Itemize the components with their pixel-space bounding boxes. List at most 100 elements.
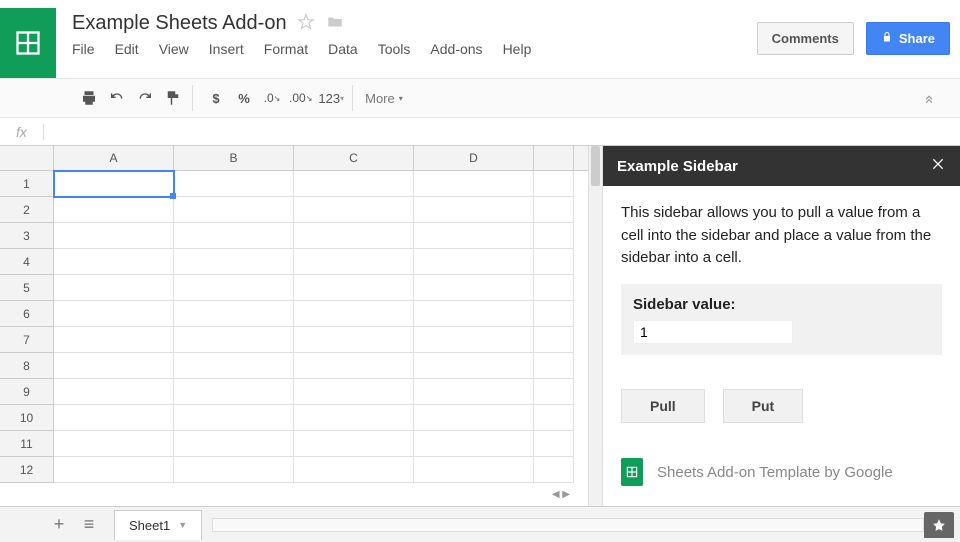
col-header[interactable]: A	[54, 146, 174, 170]
cell[interactable]	[294, 327, 414, 353]
redo-icon[interactable]	[134, 87, 156, 109]
cell[interactable]	[54, 353, 174, 379]
cell[interactable]	[534, 197, 574, 223]
cell[interactable]	[534, 379, 574, 405]
menu-edit[interactable]: Edit	[115, 41, 139, 57]
menu-tools[interactable]: Tools	[378, 41, 411, 57]
row-header[interactable]: 5	[0, 275, 54, 301]
cell[interactable]	[294, 275, 414, 301]
cell[interactable]	[534, 223, 574, 249]
cell[interactable]	[534, 405, 574, 431]
hscroll-nav[interactable]: ◀ ▶	[552, 489, 570, 504]
cell[interactable]	[174, 197, 294, 223]
sheet-tab[interactable]: Sheet1 ▼	[114, 510, 202, 540]
cell[interactable]	[414, 249, 534, 275]
star-icon[interactable]	[297, 13, 315, 34]
put-button[interactable]: Put	[723, 389, 804, 423]
col-header[interactable]: D	[414, 146, 534, 170]
menu-insert[interactable]: Insert	[209, 41, 244, 57]
cell[interactable]	[534, 301, 574, 327]
cell[interactable]	[54, 223, 174, 249]
cell[interactable]	[534, 327, 574, 353]
sidebar-value-input[interactable]	[633, 320, 793, 344]
col-header[interactable]	[534, 146, 574, 170]
spreadsheet-grid[interactable]: A B C D 123456789101112 ◀ ▶	[0, 146, 588, 506]
cell[interactable]	[54, 275, 174, 301]
cell[interactable]	[294, 379, 414, 405]
cell[interactable]	[414, 431, 534, 457]
print-icon[interactable]	[78, 87, 100, 109]
cell[interactable]	[54, 171, 174, 197]
cell[interactable]	[414, 171, 534, 197]
cell[interactable]	[54, 457, 174, 483]
col-header[interactable]: B	[174, 146, 294, 170]
formula-input[interactable]	[44, 118, 960, 145]
cell[interactable]	[174, 327, 294, 353]
cell[interactable]	[294, 197, 414, 223]
add-sheet-icon[interactable]: +	[44, 510, 74, 540]
row-header[interactable]: 3	[0, 223, 54, 249]
cell[interactable]	[294, 301, 414, 327]
paint-format-icon[interactable]	[162, 87, 184, 109]
row-header[interactable]: 2	[0, 197, 54, 223]
cell[interactable]	[414, 405, 534, 431]
cell[interactable]	[294, 223, 414, 249]
row-header[interactable]: 1	[0, 171, 54, 197]
number-format-button[interactable]: 123 ▾	[318, 87, 344, 109]
cell[interactable]	[534, 353, 574, 379]
cell[interactable]	[54, 249, 174, 275]
cell[interactable]	[534, 275, 574, 301]
cell[interactable]	[414, 197, 534, 223]
cell[interactable]	[174, 171, 294, 197]
explore-button[interactable]	[924, 512, 954, 538]
cell[interactable]	[534, 171, 574, 197]
menu-addons[interactable]: Add-ons	[430, 41, 482, 57]
cell[interactable]	[54, 197, 174, 223]
cell[interactable]	[294, 249, 414, 275]
cell[interactable]	[174, 379, 294, 405]
vertical-scrollbar[interactable]	[588, 146, 602, 506]
row-header[interactable]: 11	[0, 431, 54, 457]
currency-button[interactable]: $	[205, 87, 227, 109]
close-icon[interactable]	[930, 156, 946, 176]
cell[interactable]	[534, 457, 574, 483]
row-header[interactable]: 7	[0, 327, 54, 353]
cells[interactable]	[54, 171, 574, 483]
row-header[interactable]: 12	[0, 457, 54, 483]
row-header[interactable]: 10	[0, 405, 54, 431]
row-header[interactable]: 9	[0, 379, 54, 405]
cell[interactable]	[174, 405, 294, 431]
comments-button[interactable]: Comments	[757, 22, 854, 55]
cell[interactable]	[414, 223, 534, 249]
cell[interactable]	[174, 301, 294, 327]
menu-help[interactable]: Help	[503, 41, 532, 57]
cell[interactable]	[294, 353, 414, 379]
cell[interactable]	[414, 457, 534, 483]
percent-button[interactable]: %	[233, 87, 255, 109]
doc-title[interactable]: Example Sheets Add-on	[72, 12, 287, 35]
select-all-corner[interactable]	[0, 146, 54, 170]
cell[interactable]	[294, 405, 414, 431]
row-header[interactable]: 8	[0, 353, 54, 379]
cell[interactable]	[414, 353, 534, 379]
cell[interactable]	[414, 379, 534, 405]
cell[interactable]	[54, 431, 174, 457]
cell[interactable]	[174, 457, 294, 483]
menu-file[interactable]: File	[72, 41, 95, 57]
decrease-decimal-button[interactable]: .0↘	[261, 87, 283, 109]
cell[interactable]	[174, 275, 294, 301]
cell[interactable]	[414, 301, 534, 327]
chevron-down-icon[interactable]: ▼	[178, 520, 187, 530]
folder-icon[interactable]	[325, 13, 345, 34]
menu-view[interactable]: View	[159, 41, 189, 57]
share-button[interactable]: Share	[866, 22, 950, 55]
cell[interactable]	[414, 327, 534, 353]
cell[interactable]	[534, 431, 574, 457]
cell[interactable]	[174, 353, 294, 379]
cell[interactable]	[414, 275, 534, 301]
collapse-toolbar-icon[interactable]	[918, 87, 940, 109]
cell[interactable]	[174, 431, 294, 457]
pull-button[interactable]: Pull	[621, 389, 705, 423]
cell[interactable]	[174, 223, 294, 249]
menu-data[interactable]: Data	[328, 41, 358, 57]
